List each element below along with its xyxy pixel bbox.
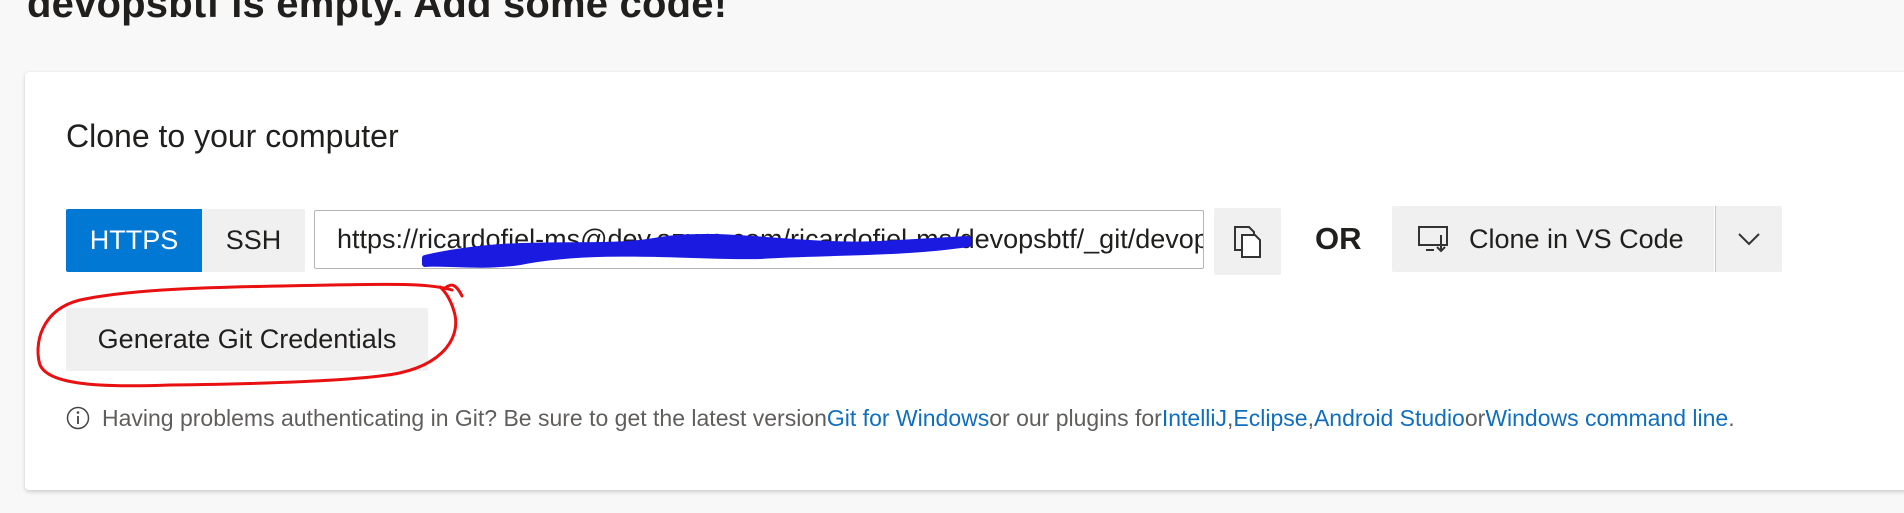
windows-command-line-link[interactable]: Windows command line	[1485, 405, 1728, 432]
git-for-windows-link[interactable]: Git for Windows	[827, 405, 989, 432]
help-suffix-text: .	[1728, 404, 1735, 431]
copy-icon	[1233, 225, 1263, 259]
generate-git-credentials-button[interactable]: Generate Git Credentials	[66, 308, 428, 371]
help-middle-text: or our plugins for	[989, 404, 1162, 431]
or-label: OR	[1315, 221, 1362, 256]
monitor-download-icon	[1417, 225, 1451, 253]
auth-help-text: Having problems authenticating in Git? B…	[66, 402, 1735, 434]
clone-options-dropdown-button[interactable]	[1715, 206, 1782, 272]
chevron-down-icon	[1737, 232, 1761, 246]
clone-card: Clone to your computer HTTPS SSH https:/…	[25, 72, 1904, 490]
clone-url-text: https://ricardofiel-ms@dev.azure.com/ric…	[337, 224, 1204, 254]
page-title: devopsbtf is empty. Add some code!	[27, 0, 728, 26]
eclipse-link[interactable]: Eclipse	[1233, 405, 1307, 432]
copy-url-button[interactable]	[1214, 208, 1281, 275]
android-studio-link[interactable]: Android Studio	[1314, 405, 1465, 432]
clone-in-vscode-button[interactable]: Clone in VS Code	[1392, 206, 1714, 272]
https-toggle-button[interactable]: HTTPS	[66, 209, 202, 272]
help-prefix-text: Having problems authenticating in Git? B…	[102, 404, 827, 431]
ssh-toggle-button[interactable]: SSH	[202, 209, 305, 272]
info-icon	[66, 406, 90, 430]
clone-in-vscode-label: Clone in VS Code	[1469, 223, 1684, 254]
clone-heading: Clone to your computer	[66, 118, 399, 154]
help-or-text: or	[1464, 404, 1486, 431]
intellij-link[interactable]: IntelliJ	[1162, 405, 1227, 432]
clone-url-field[interactable]: https://ricardofiel-ms@dev.azure.com/ric…	[314, 210, 1204, 269]
